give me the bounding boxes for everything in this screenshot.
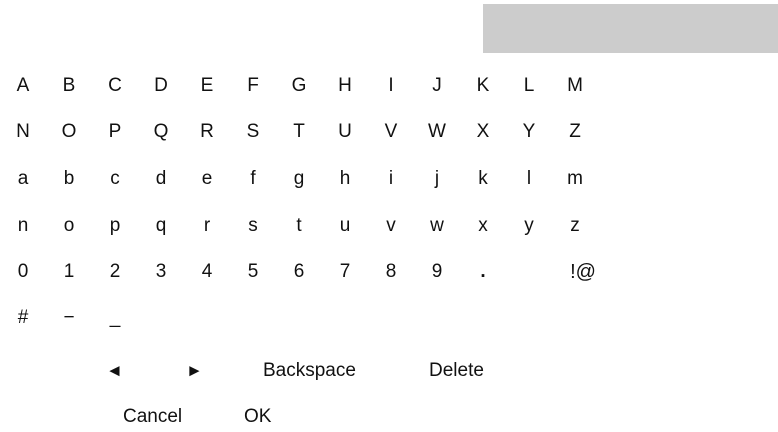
- key-E[interactable]: E: [184, 71, 230, 101]
- key-G[interactable]: G: [276, 71, 322, 101]
- key-K[interactable]: K: [460, 71, 506, 101]
- key-Q[interactable]: Q: [138, 117, 184, 147]
- key-symbol[interactable]: .: [460, 257, 506, 287]
- key-b[interactable]: b: [46, 164, 92, 194]
- key-Y[interactable]: Y: [506, 117, 552, 147]
- key-exclaim-at[interactable]: !@: [560, 257, 606, 287]
- key-g[interactable]: g: [276, 164, 322, 194]
- key-2[interactable]: 2: [92, 257, 138, 287]
- key-i[interactable]: i: [368, 164, 414, 194]
- key-S[interactable]: S: [230, 117, 276, 147]
- key-5[interactable]: 5: [230, 257, 276, 287]
- key-1[interactable]: 1: [46, 257, 92, 287]
- key-O[interactable]: O: [46, 117, 92, 147]
- key-T[interactable]: T: [276, 117, 322, 147]
- key-V[interactable]: V: [368, 117, 414, 147]
- backspace-button[interactable]: Backspace: [263, 356, 356, 386]
- key-v[interactable]: v: [368, 211, 414, 241]
- key-P[interactable]: P: [92, 117, 138, 147]
- key-f[interactable]: f: [230, 164, 276, 194]
- key-o[interactable]: o: [46, 211, 92, 241]
- key-B[interactable]: B: [46, 71, 92, 101]
- key-w[interactable]: w: [414, 211, 460, 241]
- key-e[interactable]: e: [184, 164, 230, 194]
- cursor-right-button[interactable]: ►: [186, 356, 203, 386]
- key-I[interactable]: I: [368, 71, 414, 101]
- key-u[interactable]: u: [322, 211, 368, 241]
- key-l[interactable]: l: [506, 164, 552, 194]
- cursor-left-button[interactable]: ◄: [106, 356, 123, 386]
- key-0[interactable]: 0: [0, 257, 46, 287]
- key-7[interactable]: 7: [322, 257, 368, 287]
- key-x[interactable]: x: [460, 211, 506, 241]
- key-y[interactable]: y: [506, 211, 552, 241]
- key-Z[interactable]: Z: [552, 117, 598, 147]
- key-4[interactable]: 4: [184, 257, 230, 287]
- key-m[interactable]: m: [552, 164, 598, 194]
- key-3[interactable]: 3: [138, 257, 184, 287]
- key-k[interactable]: k: [460, 164, 506, 194]
- key-r[interactable]: r: [184, 211, 230, 241]
- key-F[interactable]: F: [230, 71, 276, 101]
- key-R[interactable]: R: [184, 117, 230, 147]
- key-q[interactable]: q: [138, 211, 184, 241]
- key-h[interactable]: h: [322, 164, 368, 194]
- key-X[interactable]: X: [460, 117, 506, 147]
- key-symbol[interactable]: −: [46, 303, 92, 333]
- key-W[interactable]: W: [414, 117, 460, 147]
- key-a[interactable]: a: [0, 164, 46, 194]
- key-t[interactable]: t: [276, 211, 322, 241]
- key-d[interactable]: d: [138, 164, 184, 194]
- key-C[interactable]: C: [92, 71, 138, 101]
- delete-button[interactable]: Delete: [429, 356, 484, 386]
- key-H[interactable]: H: [322, 71, 368, 101]
- key-symbol[interactable]: _: [92, 303, 138, 333]
- key-D[interactable]: D: [138, 71, 184, 101]
- key-6[interactable]: 6: [276, 257, 322, 287]
- key-J[interactable]: J: [414, 71, 460, 101]
- key-p[interactable]: p: [92, 211, 138, 241]
- key-z[interactable]: z: [552, 211, 598, 241]
- key-A[interactable]: A: [0, 71, 46, 101]
- key-L[interactable]: L: [506, 71, 552, 101]
- key-M[interactable]: M: [552, 71, 598, 101]
- key-n[interactable]: n: [0, 211, 46, 241]
- key-U[interactable]: U: [322, 117, 368, 147]
- key-symbol[interactable]: #: [0, 303, 46, 333]
- key-j[interactable]: j: [414, 164, 460, 194]
- key-c[interactable]: c: [92, 164, 138, 194]
- key-9[interactable]: 9: [414, 257, 460, 287]
- key-8[interactable]: 8: [368, 257, 414, 287]
- text-input-field[interactable]: [483, 4, 778, 53]
- key-s[interactable]: s: [230, 211, 276, 241]
- key-N[interactable]: N: [0, 117, 46, 147]
